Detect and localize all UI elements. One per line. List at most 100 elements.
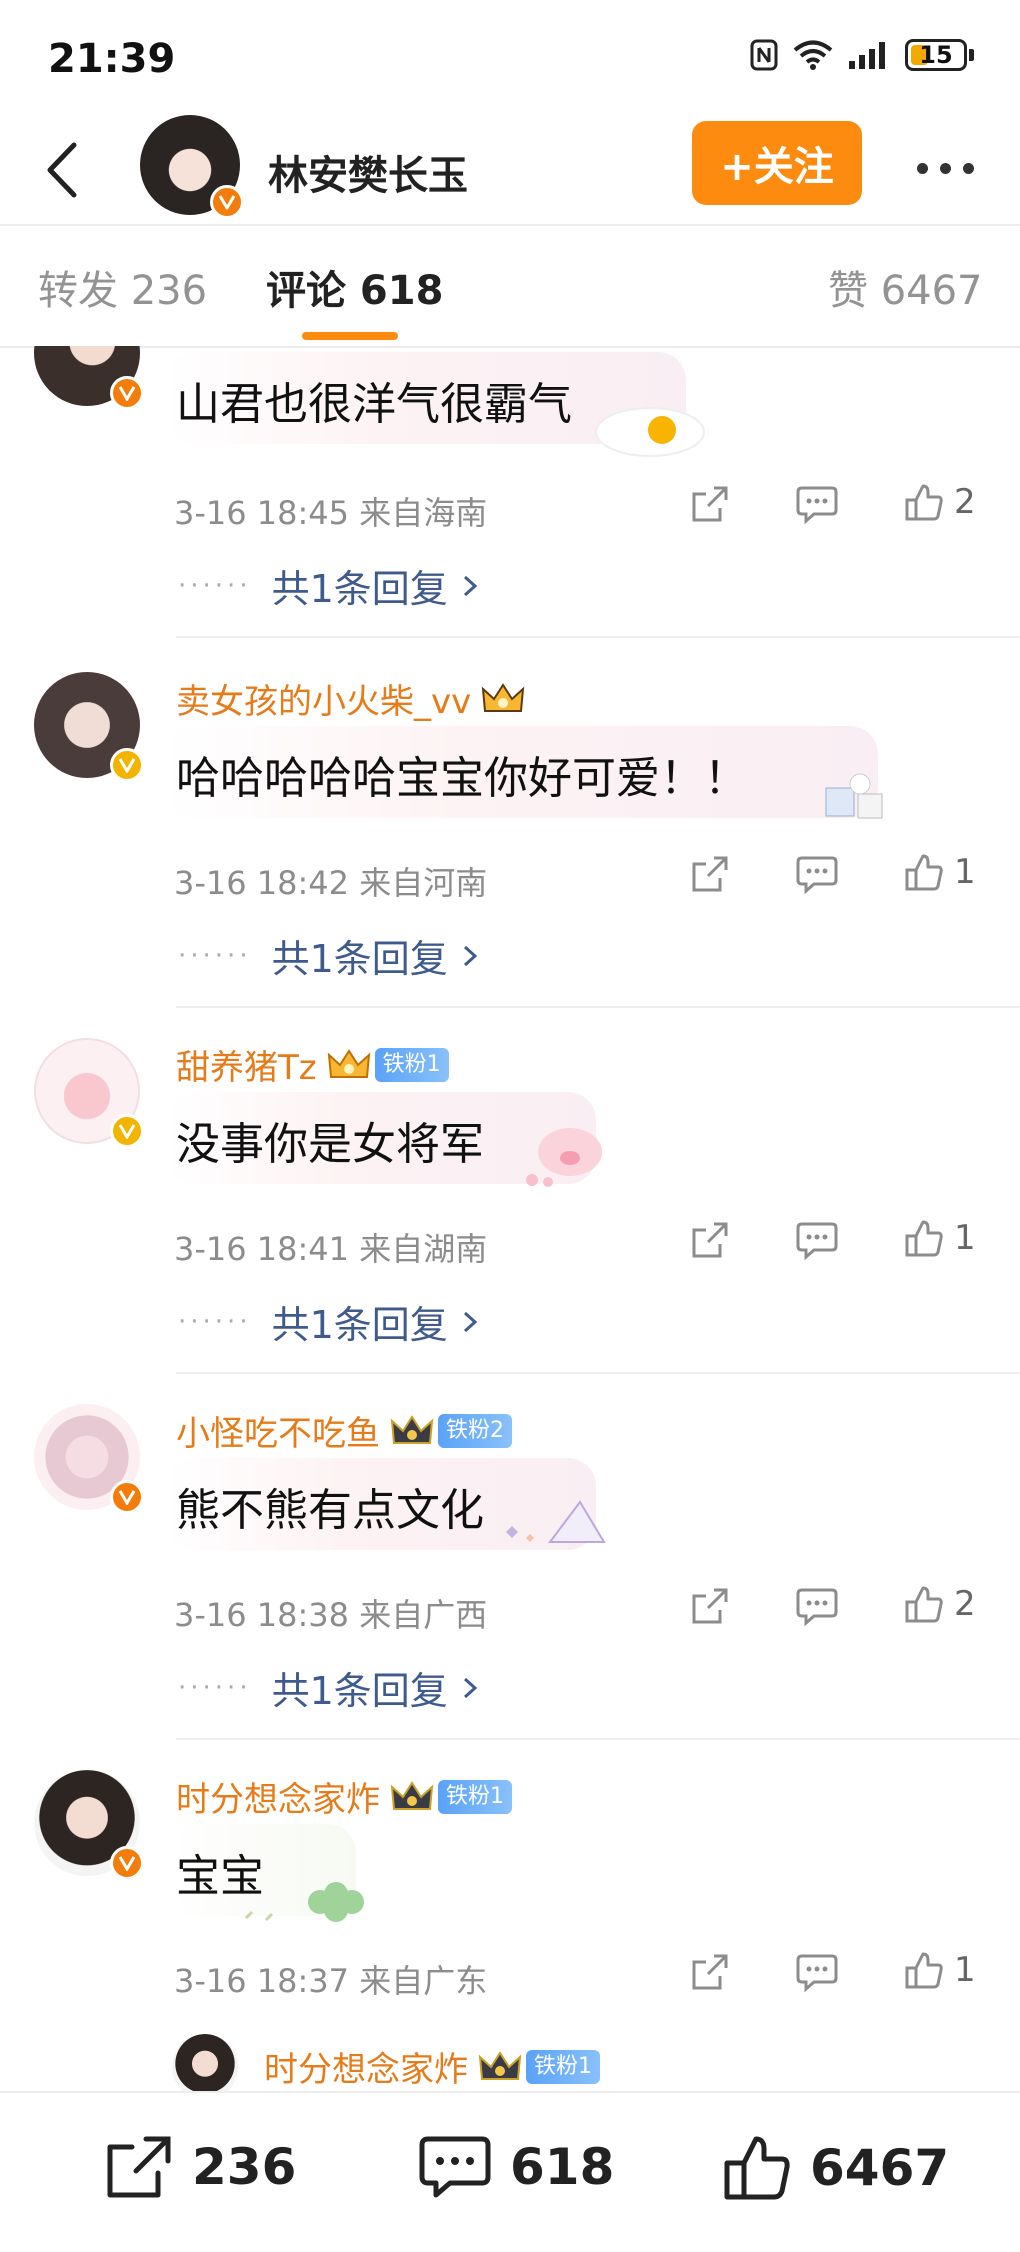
- avatar[interactable]: [34, 1404, 144, 1514]
- avatar[interactable]: [34, 672, 144, 782]
- reply-link[interactable]: ······ 共1条回复: [178, 558, 478, 613]
- reply-label: 共1条回复: [271, 567, 448, 611]
- origami-sticker-icon: [506, 1500, 606, 1543]
- like-button[interactable]: 1: [904, 1950, 976, 1990]
- username[interactable]: 小怪吃不吃鱼 铁粉2: [176, 1406, 512, 1455]
- like-button[interactable]: 2: [904, 1584, 976, 1624]
- comment-icon: [796, 1588, 838, 1626]
- share-button[interactable]: [690, 1952, 730, 1992]
- like-icon: [905, 1220, 943, 1257]
- header-divider: [0, 224, 1020, 226]
- back-button[interactable]: [32, 135, 92, 205]
- reply-dots: ······: [178, 1672, 252, 1703]
- avatar[interactable]: [34, 346, 144, 410]
- like-total-count: 6467: [810, 2139, 950, 2197]
- verified-icon: [110, 1480, 144, 1514]
- like-count: 1: [954, 852, 976, 892]
- follow-button[interactable]: +关注: [692, 121, 862, 205]
- reply-link[interactable]: ······ 共1条回复: [178, 928, 478, 983]
- like-icon: [905, 854, 943, 891]
- verified-icon: [210, 185, 244, 219]
- crown-icon: [478, 2050, 522, 2080]
- like-main-button[interactable]: 6467: [722, 2133, 949, 2203]
- reply-link[interactable]: ······ 共1条回复: [178, 1294, 478, 1349]
- status-time: 21:39: [48, 36, 176, 82]
- more-icon: [916, 162, 928, 174]
- share-button[interactable]: [690, 484, 730, 524]
- reply-button[interactable]: [796, 854, 838, 894]
- profile-name[interactable]: 林安樊长玉: [268, 143, 468, 201]
- verified-icon: [110, 376, 144, 410]
- comment-list: 山君也很洋气很霸气 3-16 18:45 来自海南 2 ······ 共1条回复…: [0, 346, 1020, 2091]
- tab-reposts[interactable]: 转发 236: [38, 258, 207, 316]
- tab-comments[interactable]: 评论 618: [266, 258, 443, 316]
- chevron-right-icon: [463, 575, 478, 596]
- fan-badge: 铁粉1: [374, 1047, 449, 1082]
- fan-badge: 铁粉1: [526, 2049, 600, 2084]
- reply-button[interactable]: [796, 1952, 838, 1992]
- comment-text: 没事你是女将军: [176, 1119, 484, 1170]
- profile-header: 林安樊长玉 +关注: [0, 115, 1020, 223]
- crown-icon: [390, 1414, 434, 1444]
- tab-likes[interactable]: 赞 6467: [828, 258, 983, 316]
- comment-icon: [796, 1222, 838, 1260]
- share-button[interactable]: [690, 854, 730, 894]
- like-icon: [905, 1952, 943, 1989]
- avatar[interactable]: [34, 1770, 144, 1880]
- like-button[interactable]: 1: [904, 852, 976, 892]
- reply-label: 共1条回复: [271, 1303, 448, 1347]
- avatar[interactable]: [34, 1038, 144, 1148]
- comment-icon: [796, 486, 838, 524]
- fan-badge: 铁粉2: [438, 1413, 512, 1448]
- like-button[interactable]: 1: [904, 1218, 976, 1258]
- wifi-icon: [793, 40, 833, 70]
- verified-icon: [110, 1114, 144, 1148]
- username[interactable]: 甜养猪Tz 铁粉1: [176, 1040, 449, 1089]
- bottom-action-bar: 236 618 6467: [0, 2091, 1020, 2252]
- like-count: 1: [954, 1950, 976, 1990]
- crown-icon: [390, 1780, 434, 1810]
- reply-button[interactable]: [796, 484, 838, 524]
- repost-count: 236: [192, 2138, 297, 2196]
- reply-dots: ······: [178, 570, 252, 601]
- reply-link[interactable]: ······ 共1条回复: [178, 1660, 478, 1715]
- egg-sticker-icon: [595, 407, 705, 457]
- comment-count: 618: [510, 2138, 615, 2196]
- tab-bar: 转发 236 评论 618 赞 6467: [0, 228, 1020, 346]
- back-arrow-icon: [47, 142, 77, 198]
- chevron-right-icon: [463, 945, 478, 966]
- sub-avatar[interactable]: [172, 2034, 238, 2091]
- chevron-right-icon: [463, 1677, 478, 1698]
- verified-icon: [110, 1846, 144, 1880]
- reply-dots: ······: [178, 1306, 252, 1337]
- comment-meta: 3-16 18:38 来自广西: [174, 1596, 488, 1634]
- comment-icon: [419, 2136, 491, 2198]
- status-icons: 15: [749, 38, 974, 72]
- like-icon: [905, 484, 943, 521]
- more-button[interactable]: [900, 143, 990, 193]
- reply-dots: ······: [178, 940, 252, 971]
- share-button[interactable]: [690, 1220, 730, 1260]
- username[interactable]: 卖女孩的小火柴_vv: [176, 674, 525, 723]
- comment-text: 宝宝: [176, 1851, 264, 1902]
- comment-button[interactable]: 618: [418, 2133, 614, 2201]
- comment-icon: [796, 1954, 838, 1992]
- gift-sticker-icon: [825, 773, 883, 819]
- username[interactable]: 时分想念家炸 铁粉1: [176, 1772, 512, 1821]
- comment-meta: 3-16 18:41 来自湖南: [174, 1230, 488, 1268]
- sub-username[interactable]: 时分想念家炸 铁粉1: [264, 2042, 600, 2091]
- like-count: 1: [954, 1218, 976, 1258]
- crown-icon: [327, 1048, 370, 1078]
- signal-icon: [849, 42, 885, 69]
- profile-avatar[interactable]: [140, 115, 244, 219]
- share-icon: [692, 1588, 728, 1624]
- like-count: 2: [954, 1584, 976, 1624]
- like-button[interactable]: 2: [904, 482, 976, 522]
- status-bar: 21:39 15: [0, 0, 1020, 115]
- reply-button[interactable]: [796, 1220, 838, 1260]
- reply-button[interactable]: [796, 1586, 838, 1626]
- tab-indicator: [302, 332, 398, 340]
- share-button[interactable]: [690, 1586, 730, 1626]
- share-icon: [107, 2136, 171, 2198]
- repost-button[interactable]: 236: [104, 2133, 296, 2201]
